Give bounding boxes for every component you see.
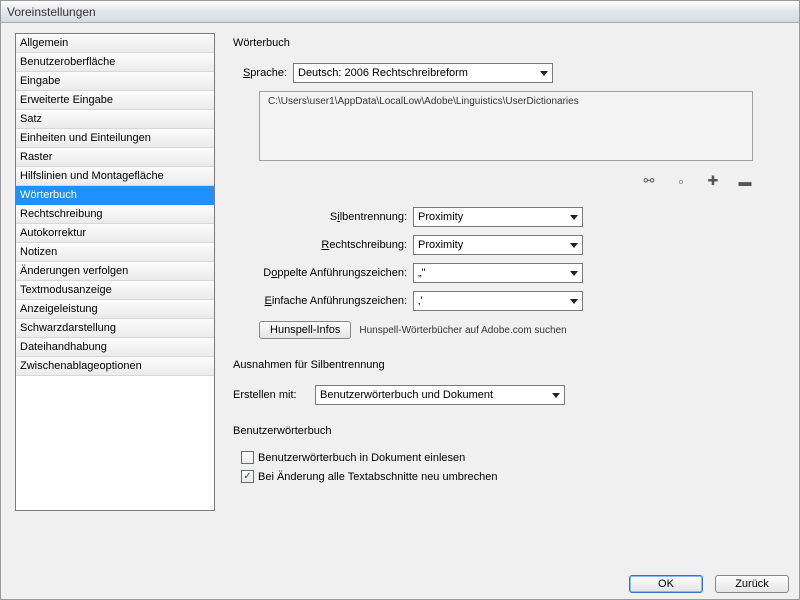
sidebar-item[interactable]: Zwischenablageoptionen [16,357,214,376]
dictionary-icon-bar: ⚯ ▫ ✚ ▬ [259,169,753,193]
sidebar-item[interactable]: Rechtschreibung [16,205,214,224]
recompose-on-change-label: Bei Änderung alle Textabschnitte neu umb… [258,471,498,483]
double-quotes-label: Doppelte Anführungszeichen: [233,267,413,279]
category-sidebar[interactable]: AllgemeinBenutzeroberflächeEingabeErweit… [15,33,215,511]
sidebar-item[interactable]: Autokorrektur [16,224,214,243]
single-quotes-label: Einfache Anführungszeichen: [233,295,413,307]
chevron-down-icon [570,271,578,276]
merge-into-doc-label: Benutzerwörterbuch in Dokument einlesen [258,452,465,464]
window-title: Voreinstellungen [7,5,96,19]
compose-select[interactable]: Benutzerwörterbuch und Dokument [315,385,565,405]
titlebar: Voreinstellungen [1,1,799,23]
sidebar-item[interactable]: Textmodusanzeige [16,281,214,300]
remove-icon[interactable]: ▬ [737,173,753,189]
sidebar-item[interactable]: Dateihandhabung [16,338,214,357]
spelling-label: Rechtschreibung: [233,239,413,251]
dictionary-path-text: C:\Users\user1\AppData\LocalLow\Adobe\Li… [268,96,579,107]
add-icon[interactable]: ✚ [705,173,721,189]
spelling-value: Proximity [418,239,463,251]
section-title-hyph-exceptions: Ausnahmen für Silbentrennung [233,359,787,371]
section-title-dictionary: Wörterbuch [233,37,787,49]
hyphenation-value: Proximity [418,211,463,223]
single-quotes-value: ‚' [418,295,423,307]
chevron-down-icon [552,393,560,398]
compose-value: Benutzerwörterbuch und Dokument [320,389,493,401]
dialog-footer: OK Zurück [629,575,789,593]
hyphenation-label: Silbentrennung: [233,211,413,223]
sidebar-item[interactable]: Eingabe [16,72,214,91]
chevron-down-icon [540,71,548,76]
hyphenation-select[interactable]: Proximity [413,207,583,227]
chevron-down-icon [570,215,578,220]
sidebar-item[interactable]: Anzeigeleistung [16,300,214,319]
language-value: Deutsch: 2006 Rechtschreibreform [298,67,468,79]
sidebar-item[interactable]: Satz [16,110,214,129]
chevron-down-icon [570,299,578,304]
double-quotes-value: „" [418,267,426,279]
preferences-dialog: Voreinstellungen AllgemeinBenutzeroberfl… [0,0,800,600]
ok-button[interactable]: OK [629,575,703,593]
language-label: Sprache: [233,67,293,79]
sidebar-item[interactable]: Wörterbuch [16,186,214,205]
dialog-content: AllgemeinBenutzeroberflächeEingabeErweit… [15,33,787,553]
relink-icon[interactable]: ⚯ [641,173,657,189]
hunspell-note: Hunspell-Wörterbücher auf Adobe.com such… [359,325,566,336]
new-dictionary-icon[interactable]: ▫ [673,173,689,189]
spelling-select[interactable]: Proximity [413,235,583,255]
single-quotes-select[interactable]: ‚' [413,291,583,311]
merge-into-doc-checkbox[interactable] [241,451,254,464]
sidebar-item[interactable]: Änderungen verfolgen [16,262,214,281]
sidebar-item[interactable]: Allgemein [16,34,214,53]
dictionary-path-box[interactable]: C:\Users\user1\AppData\LocalLow\Adobe\Li… [259,91,753,161]
sidebar-item[interactable]: Schwarzdarstellung [16,319,214,338]
sidebar-item[interactable]: Hilfslinien und Montagefläche [16,167,214,186]
sidebar-item[interactable]: Einheiten und Einteilungen [16,129,214,148]
sidebar-item[interactable]: Notizen [16,243,214,262]
compose-label: Erstellen mit: [233,389,315,401]
main-panel: Wörterbuch Sprache: Deutsch: 2006 Rechts… [233,33,787,553]
back-button[interactable]: Zurück [715,575,789,593]
sidebar-item[interactable]: Erweiterte Eingabe [16,91,214,110]
sidebar-item[interactable]: Benutzeroberfläche [16,53,214,72]
section-title-user-dict: Benutzerwörterbuch [233,425,787,437]
sidebar-item[interactable]: Raster [16,148,214,167]
double-quotes-select[interactable]: „" [413,263,583,283]
recompose-on-change-checkbox[interactable]: ✓ [241,470,254,483]
chevron-down-icon [570,243,578,248]
language-select[interactable]: Deutsch: 2006 Rechtschreibreform [293,63,553,83]
hunspell-info-button[interactable]: Hunspell-Infos [259,321,351,339]
